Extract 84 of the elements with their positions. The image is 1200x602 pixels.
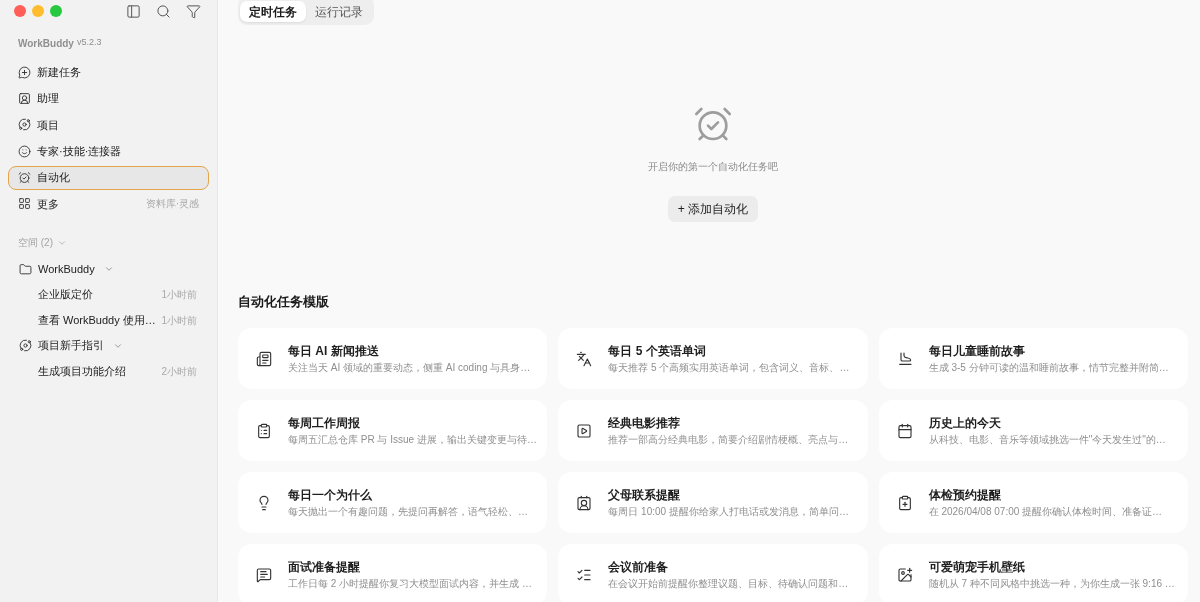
app-version: v5.2.3 bbox=[76, 36, 102, 50]
card-description: 在 2026/04/08 07:00 提醒你确认体检时间、准备证… bbox=[928, 504, 1163, 519]
nav-item[interactable]: 专家·技能·连接器 bbox=[8, 139, 209, 164]
card-description: 每周五汇总仓库 PR 与 Issue 进展，输出关键变更与待… bbox=[288, 432, 537, 447]
sidebar-toggle-icon[interactable] bbox=[126, 3, 141, 19]
template-card[interactable]: 历史上的今天 从科技、电影、音乐等领域挑选一件"今天发生过"的… bbox=[878, 400, 1188, 461]
close-button[interactable] bbox=[14, 5, 26, 17]
card-title: 经典电影推荐 bbox=[608, 414, 682, 432]
newspaper-icon bbox=[256, 350, 272, 367]
contact-card-icon bbox=[576, 494, 593, 511]
card-description: 随机从 7 种不同风格中挑选一种，为你生成一张 9:16 … bbox=[928, 576, 1175, 591]
nav-item[interactable]: 自动化 bbox=[8, 165, 209, 190]
card-description: 每周日 10:00 提醒你给家人打电话或发消息，简单问… bbox=[608, 504, 849, 519]
card-description: 工作日每 2 小时提醒你复习大模型面试内容，并生成 … bbox=[288, 576, 532, 591]
card-title: 父母联系提醒 bbox=[608, 486, 682, 504]
template-card[interactable]: 每日儿童睡前故事 生成 3-5 分钟可读的温和睡前故事，情节完整并附简… bbox=[878, 328, 1188, 389]
card-title: 会议前准备 bbox=[608, 558, 670, 576]
space-name[interactable]: WorkBuddy bbox=[38, 260, 95, 278]
timestamp: 1小时前 bbox=[161, 313, 197, 328]
lightbulb-icon bbox=[256, 494, 272, 511]
smile-icon bbox=[18, 144, 31, 158]
video-play-icon bbox=[576, 422, 593, 439]
template-card[interactable]: 每日一个为什么 每天抛出一个有趣问题，先提问再解答，语气轻松、… bbox=[238, 472, 548, 533]
card-title: 每日 5 个英语单词 bbox=[608, 342, 707, 360]
timestamp: 2小时前 bbox=[161, 364, 197, 379]
template-card[interactable]: 经典电影推荐 推荐一部高分经典电影，简要介绍剧情梗概、亮点与… bbox=[558, 400, 868, 461]
person-badge-icon bbox=[18, 91, 31, 105]
card-description: 关注当天 AI 领域的重要动态，侧重 AI coding 与具身… bbox=[288, 360, 531, 375]
card-title: 可爱萌宠手机壁纸 bbox=[928, 558, 1026, 576]
calendar-icon bbox=[896, 422, 913, 439]
template-card[interactable]: 每日 AI 新闻推送 关注当天 AI 领域的重要动态，侧重 AI coding 与具身… bbox=[238, 328, 548, 389]
filter-icon[interactable] bbox=[186, 3, 201, 19]
nav-item[interactable]: 更多 资料库·灵感 bbox=[8, 191, 209, 216]
template-card[interactable]: 父母联系提醒 每周日 10:00 提醒你给家人打电话或发消息，简单问… bbox=[558, 472, 868, 533]
conversation-title[interactable]: 查看 WorkBuddy 使用… bbox=[38, 311, 156, 329]
card-title: 每周工作周报 bbox=[288, 414, 361, 432]
nav-item[interactable]: 新建任务 bbox=[8, 60, 209, 84]
card-title: 每日一个为什么 bbox=[288, 486, 373, 504]
folder-icon bbox=[19, 262, 32, 276]
template-card[interactable]: 每周工作周报 每周五汇总仓库 PR 与 Issue 进展，输出关键变更与待… bbox=[238, 400, 548, 461]
translate-icon bbox=[576, 350, 593, 367]
template-card[interactable]: 可爱萌宠手机壁纸 随机从 7 种不同风格中挑选一种，为你生成一张 9:16 … bbox=[878, 544, 1188, 602]
app-name: WorkBuddy bbox=[18, 36, 74, 51]
template-card[interactable]: 会议前准备 在会议开始前提醒你整理议题、目标、待确认问题和… bbox=[558, 544, 868, 602]
card-description: 生成 3-5 分钟可读的温和睡前故事，情节完整并附简… bbox=[928, 360, 1169, 375]
minimize-button[interactable] bbox=[32, 5, 44, 17]
template-card[interactable]: 面试准备提醒 工作日每 2 小时提醒你复习大模型面试内容，并生成 … bbox=[238, 544, 548, 602]
card-description: 从科技、电影、音乐等领域挑选一件"今天发生过"的… bbox=[928, 432, 1166, 447]
shoe-icon bbox=[896, 350, 913, 367]
chat-lines-icon bbox=[256, 566, 272, 583]
card-title: 每日儿童睡前故事 bbox=[928, 342, 1026, 360]
grid-icon bbox=[18, 197, 31, 211]
conversation-title[interactable]: 企业版定价 bbox=[38, 286, 93, 303]
template-card[interactable]: 每日 5 个英语单词 每天推荐 5 个高频实用英语单词，包含词义、音标、… bbox=[558, 328, 868, 389]
clipboard-list-icon bbox=[256, 422, 272, 439]
zoom-button[interactable] bbox=[50, 5, 62, 17]
card-title: 历史上的今天 bbox=[928, 414, 1002, 432]
image-plus-icon bbox=[896, 566, 913, 583]
section-label: 空间 (2) bbox=[18, 236, 53, 251]
card-description: 在会议开始前提醒你整理议题、目标、待确认问题和… bbox=[608, 576, 849, 591]
section-heading: 自动化任务模版 bbox=[238, 293, 330, 311]
clipboard-plus-icon bbox=[896, 494, 913, 511]
orbit-icon bbox=[18, 118, 31, 132]
alarm-check-icon bbox=[18, 171, 31, 185]
card-title: 每日 AI 新闻推送 bbox=[288, 342, 380, 360]
template-card[interactable]: 体检预约提醒 在 2026/04/08 07:00 提醒你确认体检时间、准备证… bbox=[878, 472, 1188, 533]
nav-item[interactable]: 助理 bbox=[8, 86, 209, 111]
chat-plus-icon bbox=[18, 65, 31, 79]
tab[interactable]: 运行记录 bbox=[306, 1, 372, 22]
search-icon[interactable] bbox=[156, 3, 171, 19]
card-title: 面试准备提醒 bbox=[288, 558, 361, 576]
nav-item[interactable]: 项目 bbox=[8, 112, 209, 137]
conversation-title[interactable]: 生成项目功能介绍 bbox=[38, 362, 126, 380]
nav-hint: 资料库·灵感 bbox=[145, 197, 199, 212]
card-description: 每天推荐 5 个高频实用英语单词，包含词义、音标、… bbox=[608, 360, 850, 375]
timestamp: 1小时前 bbox=[161, 288, 197, 303]
add-automation-button[interactable]: + 添加自动化 bbox=[667, 196, 759, 222]
card-description: 每天抛出一个有趣问题，先提问再解答，语气轻松、… bbox=[288, 504, 528, 519]
card-title: 体检预约提醒 bbox=[928, 486, 1002, 504]
space-name[interactable]: 项目新手指引 bbox=[38, 337, 104, 354]
empty-message: 开启你的第一个自动化任务吧 bbox=[648, 160, 778, 174]
orbit-icon bbox=[19, 339, 32, 353]
tab[interactable]: 定时任务 bbox=[240, 1, 306, 22]
card-description: 推荐一部高分经典电影，简要介绍剧情梗概、亮点与… bbox=[608, 432, 849, 447]
